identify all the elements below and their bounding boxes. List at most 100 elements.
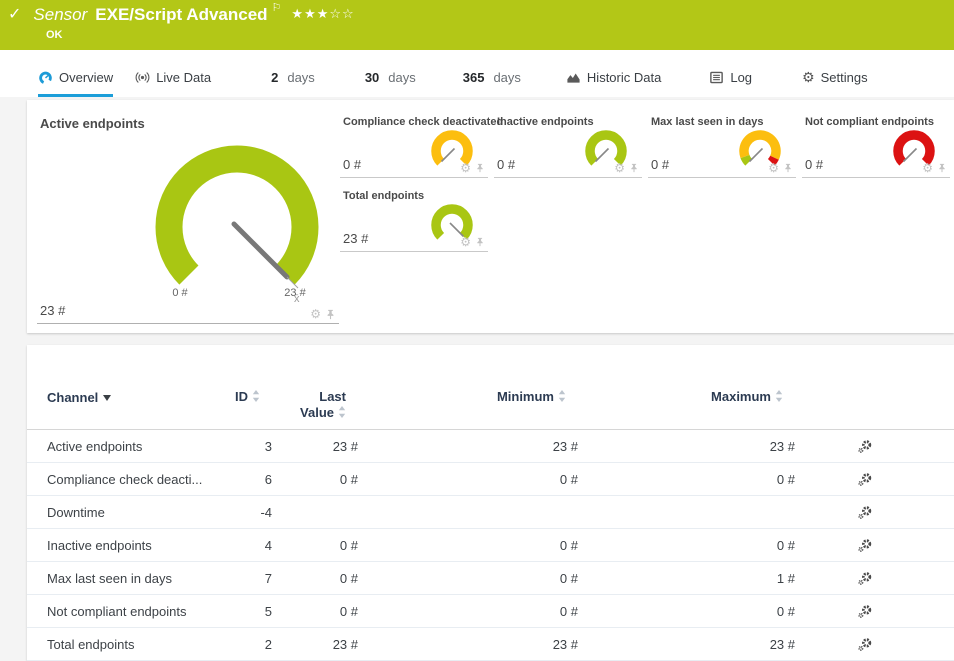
gauge-cell-max-last-seen-in-days[interactable]: Max last seen in days 0 # ⚙ — [648, 112, 796, 178]
channel-id: 6 — [212, 472, 272, 487]
gauge-value: 23 # — [343, 231, 368, 246]
tab-unit: days — [493, 70, 520, 85]
sensor-title: EXE/Script Advanced — [95, 5, 267, 25]
channel-name: Inactive endpoints — [47, 538, 212, 553]
prtg-sensor-page: ✓ Sensor EXE/Script Advanced ⚐ ★★★☆☆ OK … — [0, 0, 954, 661]
tab-30-days[interactable]: 30days — [365, 70, 416, 97]
tab-overview[interactable]: Overview — [38, 70, 113, 97]
channel-id: 5 — [212, 604, 272, 619]
channel-maximum: 23 # — [578, 439, 795, 454]
channel-id: 4 — [212, 538, 272, 553]
gauge-scale-min: 0 # — [172, 287, 188, 299]
channel-maximum: 0 # — [578, 472, 795, 487]
table-row: Max last seen in days 7 0 # 0 # 1 # — [27, 562, 954, 595]
column-header-last-value[interactable]: Last Value — [272, 389, 358, 422]
tab-number: 30 — [365, 70, 379, 85]
gear-icon[interactable]: ⚙ — [460, 162, 471, 174]
pin-icon[interactable] — [475, 163, 485, 173]
table-row: Compliance check deacti... 6 0 # 0 # 0 # — [27, 463, 954, 496]
table-row: Inactive endpoints 4 0 # 0 # 0 # — [27, 529, 954, 562]
channel-settings-icon[interactable] — [857, 505, 872, 520]
channel-last-value: 0 # — [272, 604, 358, 619]
pin-icon[interactable] — [783, 163, 793, 173]
area-chart-icon — [566, 70, 581, 85]
gauge-needle — [750, 149, 763, 162]
flag-icon[interactable]: ⚐ — [272, 1, 282, 14]
channel-minimum: 0 # — [358, 538, 578, 553]
channel-last-value: 0 # — [272, 571, 358, 586]
tab-2-days[interactable]: 2days — [271, 70, 315, 97]
channel-minimum: 0 # — [358, 472, 578, 487]
pin-icon[interactable] — [937, 163, 947, 173]
stars-filled[interactable]: ★★★ — [291, 6, 329, 21]
tab-label: Historic Data — [587, 70, 661, 85]
gear-icon[interactable]: ⚙ — [768, 162, 779, 174]
gauge-value: 0 # — [343, 157, 361, 172]
pin-icon[interactable] — [629, 163, 639, 173]
channel-settings-icon[interactable] — [857, 637, 872, 652]
channel-id: 3 — [212, 439, 272, 454]
gauge-needle — [234, 224, 287, 277]
priority-star-rating[interactable]: ★★★☆☆ — [291, 5, 354, 23]
sort-icon — [558, 390, 566, 406]
channel-settings-icon[interactable] — [857, 538, 872, 553]
gauge-title: Inactive endpoints — [497, 116, 594, 128]
pin-icon[interactable] — [325, 309, 336, 320]
channel-settings-icon[interactable] — [857, 571, 872, 586]
channel-settings-icon[interactable] — [857, 604, 872, 619]
gauge-needle — [442, 149, 455, 162]
sort-icon — [338, 406, 346, 422]
tab-log[interactable]: Log — [709, 70, 752, 97]
tab-bar: Overview Live Data 2days 30days 365days — [0, 50, 954, 97]
stars-empty[interactable]: ☆☆ — [329, 6, 354, 21]
gear-icon: ⚙ — [802, 70, 815, 85]
gear-icon[interactable]: ⚙ — [614, 162, 625, 174]
channel-name: Compliance check deacti... — [47, 472, 212, 487]
channel-last-value: 23 # — [272, 439, 358, 454]
gauge-title: Total endpoints — [343, 190, 424, 202]
table-row: Active endpoints 3 23 # 23 # 23 # — [27, 430, 954, 463]
channel-name: Total endpoints — [47, 637, 212, 652]
channel-id: 7 — [212, 571, 272, 586]
gauge-needle — [596, 149, 609, 162]
tab-historic-data[interactable]: Historic Data — [566, 70, 661, 97]
gauge-cell-compliance-check-deactivated[interactable]: Compliance check deactivated 0 # ⚙ — [340, 112, 488, 178]
gauge-cell-total-endpoints[interactable]: Total endpoints 23 # ⚙ — [340, 186, 488, 252]
column-header-channel[interactable]: Channel — [47, 389, 212, 406]
tab-365-days[interactable]: 365days — [463, 70, 521, 97]
gauge-title: Compliance check deactivated — [343, 116, 503, 128]
gauge-cell-active-endpoints[interactable]: Active endpoints x̄ 0 # 23 # 23 # ⚙ — [37, 108, 339, 324]
column-header-maximum[interactable]: Maximum — [578, 389, 795, 406]
gauge-chart: x̄ 0 # 23 # — [142, 132, 332, 322]
column-label: Maximum — [711, 389, 771, 404]
gauge-value: 0 # — [651, 157, 669, 172]
channel-name: Not compliant endpoints — [47, 604, 212, 619]
channel-minimum: 0 # — [358, 604, 578, 619]
channel-settings-icon[interactable] — [857, 472, 872, 487]
gear-icon[interactable]: ⚙ — [460, 236, 471, 248]
pin-icon[interactable] — [475, 237, 485, 247]
gauges-panel: Active endpoints x̄ 0 # 23 # 23 # ⚙ Comp… — [27, 100, 954, 333]
channel-maximum: 0 # — [578, 604, 795, 619]
channel-name: Downtime — [47, 505, 212, 520]
tab-settings[interactable]: ⚙ Settings — [802, 70, 868, 97]
sensor-status-text: OK — [46, 29, 63, 41]
column-label: ID — [235, 389, 248, 404]
gauge-scale-max: 23 # — [284, 287, 306, 299]
column-header-minimum[interactable]: Minimum — [358, 389, 578, 406]
column-label: Minimum — [497, 389, 554, 404]
gear-icon[interactable]: ⚙ — [310, 308, 321, 320]
channel-settings-icon[interactable] — [857, 439, 872, 454]
gauge-cell-not-compliant-endpoints[interactable]: Not compliant endpoints 0 # ⚙ — [802, 112, 950, 178]
tab-number: 2 — [271, 70, 278, 85]
column-label: Value — [300, 405, 334, 420]
column-header-id[interactable]: ID — [212, 389, 272, 406]
gear-icon[interactable]: ⚙ — [922, 162, 933, 174]
gauge-cell-inactive-endpoints[interactable]: Inactive endpoints 0 # ⚙ — [494, 112, 642, 178]
gauge-value: 0 # — [497, 157, 515, 172]
channel-maximum: 23 # — [578, 637, 795, 652]
gauge-icon — [38, 70, 53, 85]
broadcast-icon — [135, 70, 150, 85]
tab-live-data[interactable]: Live Data — [135, 70, 211, 97]
sensor-status-header: ✓ Sensor EXE/Script Advanced ⚐ ★★★☆☆ OK — [0, 0, 954, 50]
